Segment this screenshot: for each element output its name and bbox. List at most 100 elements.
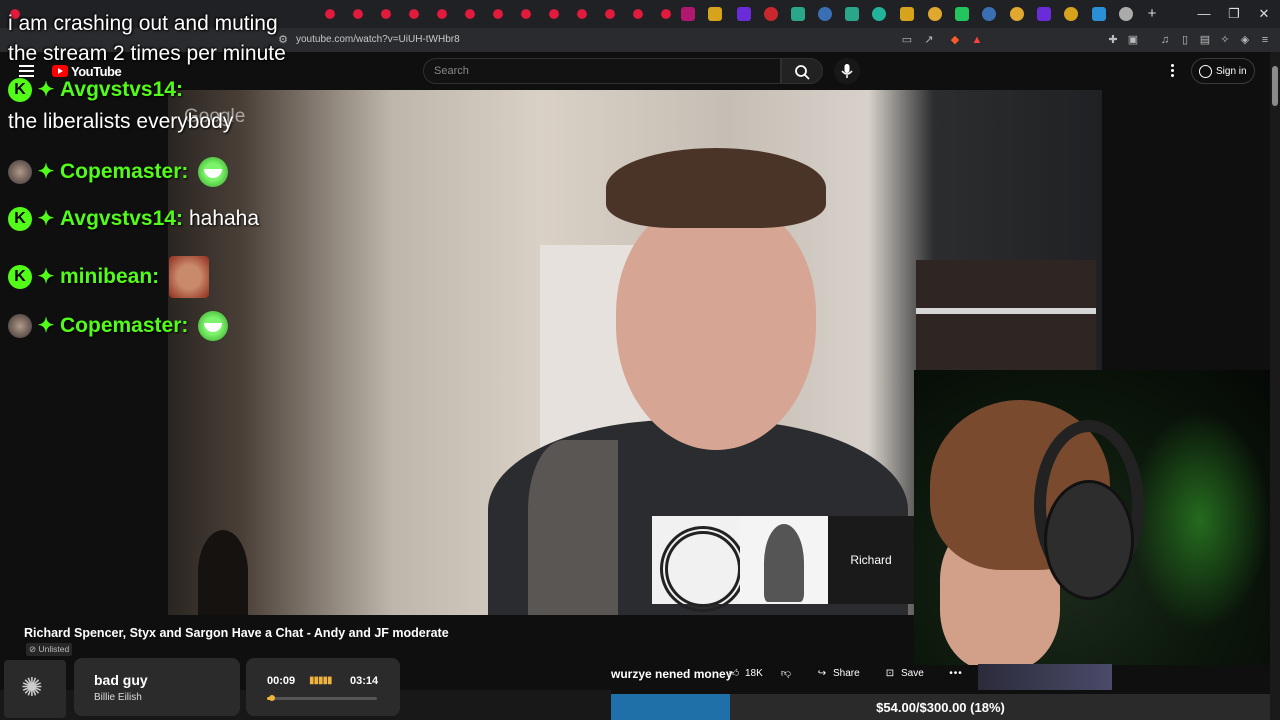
user-avatar-icon xyxy=(8,160,32,184)
tab-favicon[interactable] xyxy=(549,9,559,19)
like-button[interactable]: 👍︎ 18K xyxy=(727,663,773,685)
subscriber-badge-icon: ✦ xyxy=(37,208,55,231)
chat-username: Copemaster: xyxy=(60,160,189,183)
unlisted-label: Unlisted xyxy=(38,644,70,654)
tab-favicon[interactable] xyxy=(577,9,587,19)
sidebar-icon[interactable]: ▯ xyxy=(1178,33,1192,47)
tab-favicon[interactable] xyxy=(872,7,886,21)
participant-name: Richard xyxy=(850,553,892,567)
song-title: bad guy xyxy=(94,672,148,688)
new-tab-button[interactable]: + xyxy=(1144,4,1160,24)
tab-favicon[interactable] xyxy=(381,9,391,19)
song-elapsed: 00:09 xyxy=(267,675,296,687)
wallet-icon[interactable]: ▤ xyxy=(1198,33,1212,47)
tab-favicon[interactable] xyxy=(1092,7,1106,21)
tab-favicon[interactable] xyxy=(465,9,475,19)
tab-favicon[interactable] xyxy=(764,7,778,21)
statue-avatar xyxy=(740,516,828,604)
chat-message: K ✦ Avgvstvs14: hahaha xyxy=(8,207,259,237)
equalizer-icon: ▮▮▮▮▮ xyxy=(309,675,332,686)
tab-favicon[interactable] xyxy=(493,9,503,19)
share-label: Share xyxy=(833,668,860,679)
more-actions-button[interactable]: ••• xyxy=(945,663,967,685)
kick-badge-icon: K xyxy=(8,265,32,289)
tab-favicon[interactable] xyxy=(409,9,419,19)
save-button[interactable]: ⊡ Save xyxy=(883,663,943,685)
dislike-button[interactable]: 👎︎ xyxy=(779,663,801,685)
sign-in-label: Sign in xyxy=(1216,66,1247,77)
subscriber-badge-icon: ✦ xyxy=(37,161,55,183)
tab-favicon[interactable] xyxy=(982,7,996,21)
more-options-icon[interactable] xyxy=(1165,62,1179,80)
donation-goal-label: $54.00/$300.00 (18%) xyxy=(876,700,1005,715)
tab-favicon[interactable] xyxy=(605,9,615,19)
restore-button[interactable]: ❐ xyxy=(1222,4,1246,24)
tab-favicon[interactable] xyxy=(325,9,335,19)
tab-favicon[interactable] xyxy=(708,7,722,21)
chat-message-text: hahaha xyxy=(188,207,260,231)
tab-favicon[interactable] xyxy=(521,9,531,19)
tab-favicon[interactable] xyxy=(818,7,832,21)
url-field[interactable]: youtube.com/watch?v=UiUH-tWHbr8 xyxy=(296,34,460,45)
related-video-thumbnail[interactable] xyxy=(978,664,1112,690)
chat-message-text: the liberalists everybody xyxy=(8,110,234,133)
tab-favicon[interactable] xyxy=(737,7,751,21)
tab-favicon[interactable] xyxy=(661,9,671,19)
tab-favicon[interactable] xyxy=(845,7,859,21)
chat-username: minibean: xyxy=(60,265,160,288)
tab-favicon[interactable] xyxy=(353,9,363,19)
ticker-text: wurzye nened money xyxy=(611,667,733,681)
laughing-emote-icon xyxy=(198,157,229,187)
tab-favicon[interactable] xyxy=(681,7,695,21)
ai-icon[interactable]: ✧ xyxy=(1218,33,1232,47)
extensions-icon[interactable]: ✚ xyxy=(1106,33,1120,47)
chat-username: Copemaster: xyxy=(60,314,189,337)
tab-favicon[interactable] xyxy=(955,7,969,21)
cast-icon[interactable]: ▭ xyxy=(900,33,914,47)
microphone-icon xyxy=(841,64,853,78)
voice-search-button[interactable] xyxy=(834,58,860,84)
speaker-vest xyxy=(528,440,618,615)
chat-message: K ✦ Avgvstvs14: xyxy=(8,78,183,108)
tab-favicon[interactable] xyxy=(1064,7,1078,21)
screenshot-icon[interactable]: ▣ xyxy=(1126,33,1140,47)
minimize-button[interactable]: — xyxy=(1192,4,1216,24)
close-button[interactable]: ✕ xyxy=(1252,4,1276,24)
song-card: bad guy Billie Eilish xyxy=(74,658,240,716)
search-input[interactable] xyxy=(434,63,764,79)
search-icon xyxy=(795,65,810,80)
tab-favicon[interactable] xyxy=(1037,7,1051,21)
bookmark-icon: ⊡ xyxy=(885,668,895,679)
tab-favicon[interactable] xyxy=(633,9,643,19)
menu-icon[interactable]: ≡ xyxy=(1258,33,1272,47)
headphones-icon xyxy=(1044,480,1134,600)
scrollbar-thumb[interactable] xyxy=(1272,66,1278,106)
song-artist: Billie Eilish xyxy=(94,692,142,703)
share-page-icon[interactable]: ↗ xyxy=(922,33,936,47)
tab-favicon[interactable] xyxy=(900,7,914,21)
tab-favicon[interactable] xyxy=(437,9,447,19)
banner-line: i am crashing out and muting xyxy=(8,12,278,35)
brave-shield-icon[interactable]: ◆ xyxy=(948,33,962,47)
kick-badge-icon: K xyxy=(8,207,32,232)
search-button[interactable] xyxy=(781,58,823,84)
tab-favicon[interactable] xyxy=(928,7,942,21)
kick-badge-icon: K xyxy=(8,78,32,103)
tab-favicon[interactable] xyxy=(1010,7,1024,21)
album-art xyxy=(4,660,66,718)
sign-in-button[interactable]: Sign in xyxy=(1191,58,1255,84)
chat-message: K ✦ minibean: xyxy=(8,256,210,298)
share-button[interactable]: ↪ Share xyxy=(815,663,875,685)
chat-message: ✦ Copemaster: xyxy=(8,311,229,341)
media-icon[interactable]: ♫ xyxy=(1158,33,1172,47)
vpn-icon[interactable]: ◈ xyxy=(1238,33,1252,47)
tab-favicon[interactable] xyxy=(1119,7,1133,21)
song-duration: 03:14 xyxy=(350,675,379,687)
song-progress-card: 00:09 ▮▮▮▮▮ 03:14 xyxy=(246,658,400,716)
thumbs-down-icon: 👎︎ xyxy=(780,668,792,679)
brave-rewards-icon[interactable]: ▲ xyxy=(970,33,984,47)
tab-favicon[interactable] xyxy=(791,7,805,21)
page-scrollbar[interactable] xyxy=(1270,52,1280,720)
chat-message: ✦ Copemaster: xyxy=(8,157,229,187)
song-progress-knob xyxy=(269,695,276,701)
